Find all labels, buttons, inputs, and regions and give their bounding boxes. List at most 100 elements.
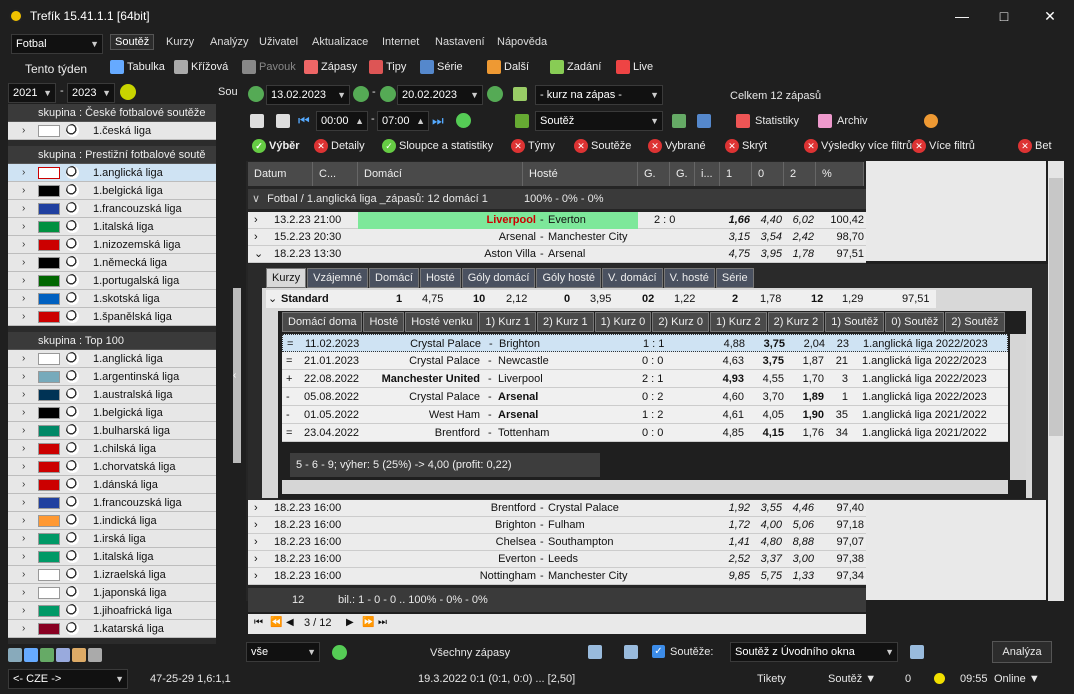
column-header[interactable]: Datum [248,162,313,186]
competition-icon[interactable] [515,114,529,128]
standard-row[interactable]: ⌄ Standard 1 4,75 10 2,12 0 3,95 02 1,22 2 1,78 12 1,… [266,290,936,308]
time-to[interactable]: 07:00 ▲ [377,111,429,131]
league-item[interactable]: › 1.argentinská liga [8,368,216,386]
filter-tab[interactable]: ✓ Výběr [252,139,300,153]
confirm2-icon[interactable] [332,645,347,660]
close-icon[interactable]: ✕ [1040,6,1060,26]
tickets-button[interactable]: Tikety [757,673,786,685]
prev-page-icon[interactable]: ⏪ [270,617,282,628]
next-date-icon[interactable] [353,86,369,102]
chevron-right-icon[interactable]: › [22,548,25,566]
league-item[interactable]: › 1.japonská liga [8,584,216,602]
money-icon[interactable] [924,114,938,128]
prev-date2-icon[interactable] [380,86,396,102]
last-icon[interactable]: ⏭ [432,113,444,129]
delete-icon[interactable] [88,648,102,662]
menu-item[interactable]: Aktualizace [312,36,368,48]
detail-tab[interactable]: V. hosté [663,268,715,288]
chevron-right-icon[interactable]: › [22,530,25,548]
history-row[interactable]: -01.05.2022 West Ham - Arsenal 1 : 2 4,61 4,05… [282,406,1008,424]
league-item[interactable]: › 1.jihoafrická liga [8,602,216,620]
history-row[interactable]: -05.08.2022 Crystal Palace - Arsenal 0 : 2 4,… [282,388,1008,406]
filter-tab[interactable]: ✕ Skrýt [725,139,767,153]
filter-tab[interactable]: ✕ Detaily [314,139,365,153]
toolbar-button[interactable]: Tabulka [110,60,165,74]
sub-tab[interactable]: 1) Kurz 2 [709,312,767,332]
column-header[interactable]: 0 [752,162,784,186]
detail-tab[interactable]: Góly domácí [461,268,536,288]
chevron-right-icon[interactable]: › [254,568,258,585]
chart-icon[interactable] [697,114,711,128]
filter-tab[interactable]: ✓ Sloupce a statistiky [382,139,493,153]
first-page-icon[interactable]: ⏮ [254,617,263,628]
chevron-right-icon[interactable]: › [22,182,25,200]
league-item[interactable]: › 1.německá liga [8,254,216,272]
nav2-icon[interactable] [910,645,924,659]
comp-dropdown[interactable]: Soutěž ▼ [828,673,876,685]
calendar-icon[interactable] [250,114,264,128]
sub-tab[interactable]: 2) Soutěž [945,312,1005,332]
chevron-right-icon[interactable]: › [22,200,25,218]
archive-button[interactable]: Archiv [818,114,868,128]
grid-scrollbar-thumb[interactable] [1049,178,1063,436]
detail-tab[interactable]: Góly hosté [536,268,602,288]
filter-tab[interactable]: ✕ Soutěže [574,139,631,153]
chevron-right-icon[interactable]: › [22,476,25,494]
filter-tab[interactable]: ✕ Výsledky více filtrů [804,139,912,153]
nav-icon[interactable] [588,645,602,659]
chevron-right-icon[interactable]: › [22,308,25,326]
period-label[interactable]: Tento týden [25,62,87,76]
table-row[interactable]: › 18.2.23 16:00 Nottingham - Manchester City… [248,568,866,585]
date-to[interactable]: 20.02.2023 ▼ [397,85,483,105]
toolbar-button[interactable]: Další [487,60,529,74]
chevron-down-icon[interactable]: ⌄ [254,246,263,263]
league-item[interactable]: › 1.italská liga [8,548,216,566]
toolbar-button[interactable]: Tipy [369,60,406,74]
chevron-right-icon[interactable]: › [22,164,25,182]
chevron-right-icon[interactable]: › [22,368,25,386]
grid-icon[interactable] [24,648,38,662]
menu-item[interactable]: Internet [382,36,419,48]
chevron-right-icon[interactable]: › [22,422,25,440]
menu-item[interactable]: Nápověda [497,36,547,48]
chevron-right-icon[interactable]: › [254,500,258,517]
toolbar-button[interactable]: Zadání [550,60,601,74]
year-to-select[interactable]: 2023 ▼ [67,83,115,103]
menu-item[interactable]: Analýzy [210,36,249,48]
menu-item[interactable]: Nastavení [435,36,485,48]
year-from-select[interactable]: 2021 ▼ [8,83,56,103]
column-header[interactable]: Domácí [358,162,523,186]
menu-item[interactable]: Uživatel [259,36,298,48]
table-row[interactable]: › 13.2.23 21:00 Liverpool - Everton 2 : 0 1,66… [248,212,866,229]
menu-item[interactable]: Kurzy [166,36,194,48]
table-row[interactable]: › 18.2.23 16:00 Chelsea - Southampton 1,41 4,8… [248,534,866,551]
stats-button[interactable]: Statistiky [736,114,799,128]
sub-tab[interactable]: 2) Kurz 1 [537,312,594,332]
league-item[interactable]: › 1.francouzská liga [8,494,216,512]
history-row[interactable]: = 11.02.2023 Crystal Palace - Brighton 1 : 1 4… [282,334,1008,352]
menu-item[interactable]: Soutěž [110,34,155,50]
chevron-right-icon[interactable]: › [22,458,25,476]
detail-tab[interactable]: Série [715,268,754,288]
column-header[interactable]: C... [313,162,358,186]
toolbar-button[interactable]: Live [616,60,653,74]
chevron-right-icon[interactable]: › [22,494,25,512]
filter-icon[interactable] [8,648,22,662]
sub-tab[interactable]: 1) Soutěž [825,312,885,332]
language-select[interactable]: <- CZE -> ▼ [8,669,128,689]
league-item[interactable]: › 1.španělská liga [8,308,216,326]
league-item[interactable]: › 1.irská liga [8,530,216,548]
apply-icon[interactable] [513,87,527,101]
history-row[interactable]: +22.08.2022 Manchester United - Liverpool 2 … [282,370,1008,388]
grid-add-icon[interactable] [672,114,686,128]
chevron-right-icon[interactable]: › [22,440,25,458]
league-item[interactable]: › 1.česká liga [8,122,216,140]
competitions-select[interactable]: Soutěž z Úvodního okna ▼ [730,642,898,662]
group-header[interactable]: skupina : Prestižní fotbalové soutě [8,146,216,164]
prev-date-icon[interactable] [248,86,264,102]
maximize-icon[interactable]: □ [994,6,1014,26]
expand-icon[interactable] [276,114,290,128]
table-row[interactable]: ⌄ 18.2.23 13:30 Aston Villa - Arsenal 4,75 3,9… [248,246,866,263]
chevron-right-icon[interactable]: › [22,122,25,140]
toolbar-button[interactable]: Zápasy [304,60,357,74]
